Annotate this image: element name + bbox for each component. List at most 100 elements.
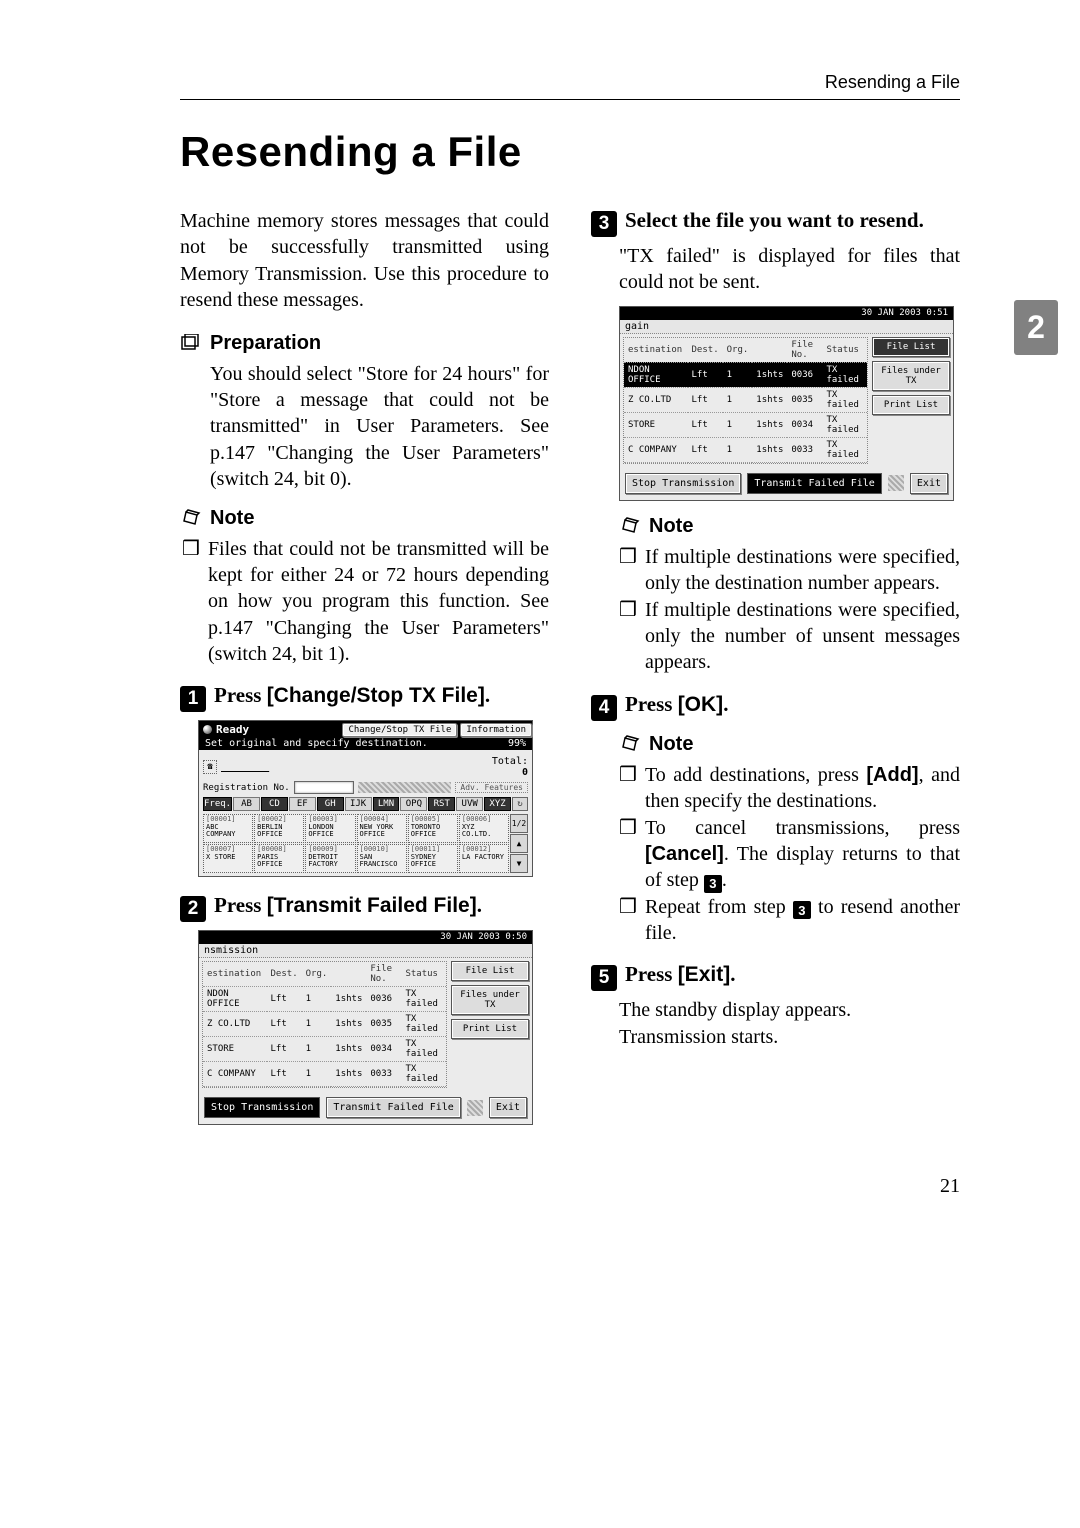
th-status: Status xyxy=(822,338,867,363)
tab-lmn[interactable]: LMN xyxy=(373,797,400,811)
table-row[interactable]: Z CO.LTDLft11shts0035TX failed xyxy=(624,387,867,412)
table-row[interactable]: STORELft11shts0034TX failed xyxy=(624,412,867,437)
files-under-tx-button[interactable]: Files under TX xyxy=(451,985,529,1015)
document-page: Resending a File Resending a File 2 Mach… xyxy=(0,0,1080,1238)
step-2-pre: Press xyxy=(214,893,267,917)
bullet-square-icon: ❒ xyxy=(619,597,637,676)
hatch-decoration xyxy=(467,1100,483,1116)
note1-bullet-1: ❒ If multiple destinations were specifie… xyxy=(619,544,960,597)
registration-row: Registration No. Adv. Features xyxy=(203,781,528,794)
scroll-up-button[interactable]: ▲ xyxy=(510,834,528,853)
table-row[interactable]: Z CO.LTDLft11shts0035TX failed xyxy=(203,1012,446,1037)
tab-uvw[interactable]: UVW xyxy=(456,797,483,811)
alpha-tab-row: Freq. AB CD EF GH IJK LMN OPQ RST UVW XY… xyxy=(203,797,528,811)
step-5-pre: Press xyxy=(625,962,678,986)
chapter-tab: 2 xyxy=(1014,300,1058,355)
registration-input[interactable] xyxy=(294,781,354,794)
step-number-3-icon: 3 xyxy=(591,211,617,237)
ready-screen-screenshot: Ready Change/Stop TX File Information Se… xyxy=(198,720,533,877)
dest-button-9[interactable]: [00009]DETROIT FACTORY xyxy=(305,844,355,873)
source-row: ☎ Total: 0 xyxy=(203,756,528,778)
stop-transmission-button[interactable]: Stop Transmission xyxy=(204,1097,320,1118)
preparation-heading: Preparation xyxy=(180,332,549,355)
dest-button-6[interactable]: [00006]XYZ CO.LTD. xyxy=(459,814,509,843)
exit-label: [Exit] xyxy=(678,963,731,986)
page-title: Resending a File xyxy=(180,128,960,176)
print-list-button[interactable]: Print List xyxy=(451,1019,529,1039)
change-stop-tx-file-label: [Change/Stop TX File] xyxy=(267,684,485,707)
tab-ab[interactable]: AB xyxy=(233,797,260,811)
exit-button[interactable]: Exit xyxy=(489,1097,527,1118)
note2-bullet-3: ❒ Repeat from step 3 to resend another f… xyxy=(619,894,960,947)
tab-opq[interactable]: OPQ xyxy=(400,797,427,811)
files-under-tx-button[interactable]: Files under TX xyxy=(872,361,950,391)
note2-text-2: To cancel transmissions, press [Cancel].… xyxy=(645,815,960,894)
standby-text: The standby display appears. xyxy=(619,997,960,1023)
tab-xyz[interactable]: XYZ xyxy=(484,797,511,811)
stop-transmission-button[interactable]: Stop Transmission xyxy=(625,473,741,494)
tab-cd[interactable]: CD xyxy=(261,797,288,811)
information-button[interactable]: Information xyxy=(460,723,532,737)
transmit-failed-file-button[interactable]: Transmit Failed File xyxy=(747,473,881,494)
tab-rst[interactable]: RST xyxy=(428,797,455,811)
hatch-decoration xyxy=(358,782,452,793)
status-led-icon xyxy=(203,725,212,734)
step-4-post: . xyxy=(723,692,728,716)
table-row[interactable]: NDON OFFICELft11shts0036TX failed xyxy=(203,987,446,1012)
note1-bullet-list: ❒ If multiple destinations were specifie… xyxy=(619,544,960,676)
registration-label: Registration No. xyxy=(203,783,290,793)
dest-button-1[interactable]: [00001]ABC COMPANY xyxy=(203,814,253,843)
th-dest: Dest. xyxy=(688,338,723,363)
tab-ijk[interactable]: IJK xyxy=(345,797,372,811)
phone-icon: ☎ xyxy=(203,760,217,774)
table-row[interactable]: C COMPANYLft11shts0033TX failed xyxy=(203,1062,446,1087)
dest-button-3[interactable]: [00003]LONDON OFFICE xyxy=(305,814,355,843)
tab-freq[interactable]: Freq. xyxy=(203,797,232,811)
ready-body: ☎ Total: 0 Registration No. Adv. Feature… xyxy=(199,750,532,876)
adv-features-button[interactable]: Adv. Features xyxy=(455,782,528,793)
dest-button-8[interactable]: [00008]PARIS OFFICE xyxy=(254,844,304,873)
th-org: Org. xyxy=(723,338,753,363)
ready-subheader: Set original and specify destination. 99… xyxy=(199,738,532,750)
step-3-text: Select the file you want to resend. xyxy=(625,208,960,233)
total-value: 0 xyxy=(522,767,528,778)
cancel-label: [Cancel] xyxy=(645,843,724,865)
file-list-button[interactable]: File List xyxy=(872,337,950,357)
dest-button-12[interactable]: [00012]LA FACTORY xyxy=(459,844,509,873)
dest-button-7[interactable]: [00007]X STORE xyxy=(203,844,253,873)
dest-button-2[interactable]: [00002]BERLIN OFFICE xyxy=(254,814,304,843)
tab-ef[interactable]: EF xyxy=(289,797,316,811)
dest-button-4[interactable]: [00004]NEW YORK OFFICE xyxy=(357,814,407,843)
change-stop-tx-file-button[interactable]: Change/Stop TX File xyxy=(342,723,457,737)
dest-button-10[interactable]: [00010]SAN FRANCISCO xyxy=(357,844,407,873)
left-column: Machine memory stores messages that coul… xyxy=(180,208,549,1125)
running-header: Resending a File xyxy=(180,72,960,100)
file-list-button[interactable]: File List xyxy=(451,961,529,981)
note-bullet-1: ❒ Files that could not be transmitted wi… xyxy=(182,536,549,668)
table-row[interactable]: STORELft11shts0034TX failed xyxy=(203,1037,446,1062)
page-indicator: 1/2 xyxy=(510,814,528,833)
note-icon xyxy=(619,734,641,754)
tab-switch-icon[interactable]: ↻ xyxy=(512,797,528,811)
select-file-screen-screenshot: 30 JAN 2003 0:51 gain estination Dest. O… xyxy=(619,306,954,501)
preparation-icon xyxy=(180,333,202,353)
table-row-selected[interactable]: NDON OFFICELft11shts0036TX failed xyxy=(624,362,867,387)
bullet-square-icon: ❒ xyxy=(182,536,200,668)
note1-text-2: If multiple destinations were specified,… xyxy=(645,597,960,676)
tab-gh[interactable]: GH xyxy=(317,797,344,811)
step-1-post: . xyxy=(485,683,490,707)
note2-bullet-list: ❒ To add destinations, press [Add], and … xyxy=(619,762,960,947)
scroll-down-button[interactable]: ▼ xyxy=(510,854,528,873)
panel-title-partial: gain xyxy=(620,320,953,334)
print-list-button[interactable]: Print List xyxy=(872,395,950,415)
note-heading: Note xyxy=(619,515,960,538)
transmit-failed-file-button[interactable]: Transmit Failed File xyxy=(326,1097,460,1118)
table-row[interactable]: C COMPANYLft11shts0033TX failed xyxy=(624,437,867,462)
step-4: 4 Press [OK]. xyxy=(591,692,960,719)
exit-button[interactable]: Exit xyxy=(910,473,948,494)
dest-button-5[interactable]: [00005]TORONTO OFFICE xyxy=(408,814,458,843)
transmission-screen-screenshot: 30 JAN 2003 0:50 nsmission estination De… xyxy=(198,930,533,1125)
dest-button-11[interactable]: [00011]SYDNEY OFFICE xyxy=(408,844,458,873)
note-icon xyxy=(180,508,202,528)
note2-bullet-2: ❒ To cancel transmissions, press [Cancel… xyxy=(619,815,960,894)
